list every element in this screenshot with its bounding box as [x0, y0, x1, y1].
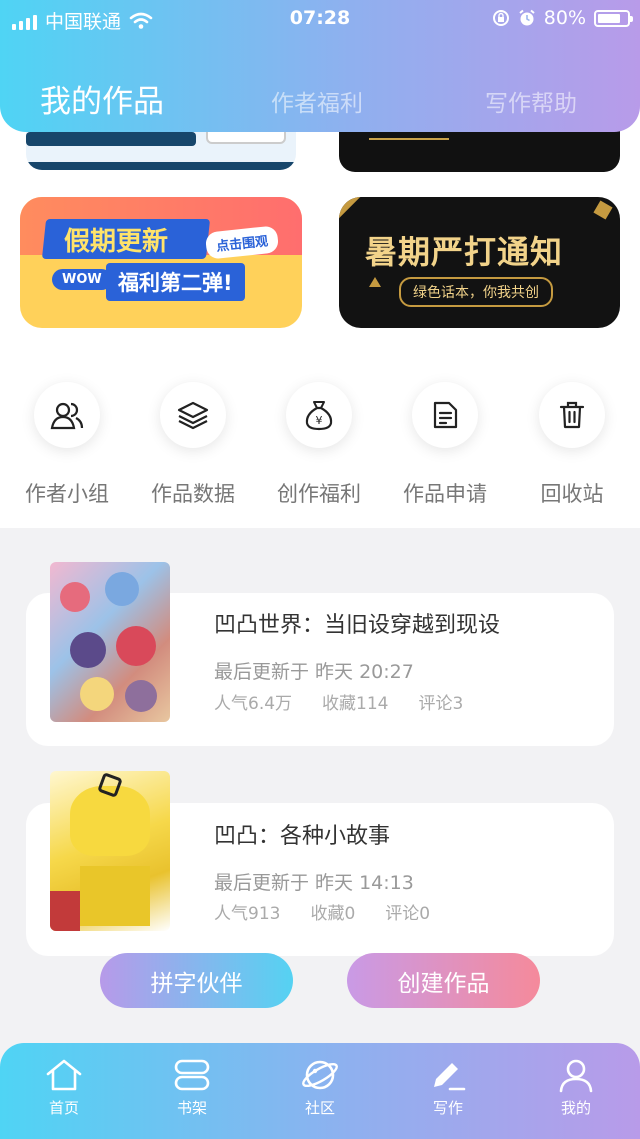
work-cover[interactable] [50, 562, 170, 722]
alarm-icon [519, 9, 535, 26]
quick-creation-benefits[interactable]: ¥ 创作福利 [256, 382, 382, 506]
banner-wow-tag: WOW [52, 269, 112, 290]
quick-work-data[interactable]: 作品数据 [130, 382, 256, 506]
work-stats: 人气6.4万 收藏114 评论3 [214, 689, 463, 714]
quick-work-data-label: 作品数据 [151, 482, 235, 506]
work-updated: 最后更新于 昨天 20:27 [214, 661, 414, 683]
group-icon [34, 382, 100, 448]
svg-text:¥: ¥ [316, 414, 323, 427]
header: 中国联通 07:28 80% 我的作品 作者福利 写作帮助 [0, 0, 640, 132]
content-area: 假期更新 点击围观 WOW 福利第二弹! 暑期严打通知 绿色话本，你我共创 作者… [0, 100, 640, 528]
trash-icon [539, 382, 605, 448]
document-icon [412, 382, 478, 448]
nav-me[interactable]: 我的 [512, 1057, 640, 1118]
bottom-nav: 首页 书架 社区 写作 我的 [0, 1043, 640, 1139]
home-icon [46, 1059, 82, 1091]
create-work-button[interactable]: 创建作品 [347, 953, 540, 1008]
work-updated: 最后更新于 昨天 14:13 [214, 872, 414, 894]
partner-button[interactable]: 拼字伙伴 [100, 953, 293, 1008]
nav-write-label: 写作 [432, 1099, 463, 1117]
pen-icon [434, 1063, 466, 1091]
nav-bookshelf-label: 书架 [176, 1099, 207, 1117]
work-cover[interactable] [50, 771, 170, 931]
lock-rotation-icon [492, 10, 509, 26]
work-title[interactable]: 凹凸世界：当旧设穿越到现设 [214, 607, 500, 639]
user-icon [559, 1059, 593, 1093]
banner-holiday-subtitle: 福利第二弹! [106, 263, 245, 301]
work-comments: 评论3 [418, 694, 464, 714]
work-favorites: 收藏0 [310, 904, 356, 924]
quick-recycle-bin-label: 回收站 [540, 482, 604, 506]
nav-write[interactable]: 写作 [384, 1057, 512, 1118]
battery-percent: 80% [543, 7, 586, 29]
work-favorites: 收藏114 [322, 694, 389, 714]
money-bag-icon: ¥ [286, 382, 352, 448]
nav-me-label: 我的 [560, 1099, 591, 1117]
quick-work-apply-label: 作品申请 [403, 482, 487, 506]
tab-author-benefits[interactable]: 作者福利 [271, 84, 363, 118]
quick-author-group-label: 作者小组 [25, 482, 109, 506]
banner-summer-title: 暑期严打通知 [365, 233, 564, 271]
quick-recycle-bin[interactable]: 回收站 [509, 382, 635, 506]
work-popularity: 人气6.4万 [214, 694, 293, 714]
nav-bookshelf[interactable]: 书架 [128, 1057, 256, 1118]
nav-community[interactable]: 社区 [256, 1057, 384, 1118]
planet-icon [302, 1060, 338, 1090]
layers-icon [160, 382, 226, 448]
nav-home[interactable]: 首页 [0, 1057, 128, 1118]
header-tabs: 我的作品 作者福利 写作帮助 [0, 70, 640, 120]
work-popularity: 人气913 [214, 904, 281, 924]
banner-summer-subtitle: 绿色话本，你我共创 [399, 277, 553, 307]
work-title[interactable]: 凹凸：各种小故事 [214, 818, 390, 850]
banner-summer-notice[interactable]: 暑期严打通知 绿色话本，你我共创 [339, 197, 620, 328]
banner-holiday-title: 假期更新 [64, 227, 169, 257]
nav-home-label: 首页 [48, 1099, 79, 1117]
bookshelf-icon [174, 1059, 210, 1091]
quick-work-apply[interactable]: 作品申请 [382, 382, 508, 506]
tab-my-works[interactable]: 我的作品 [40, 76, 164, 121]
tab-writing-help[interactable]: 写作帮助 [485, 84, 577, 118]
quick-creation-benefits-label: 创作福利 [277, 482, 361, 506]
banner-holiday-update[interactable]: 假期更新 点击围观 WOW 福利第二弹! [20, 197, 302, 328]
quick-author-group[interactable]: 作者小组 [4, 382, 130, 506]
work-comments: 评论0 [385, 904, 431, 924]
work-stats: 人气913 收藏0 评论0 [214, 899, 430, 924]
nav-community-label: 社区 [304, 1099, 335, 1117]
status-bar: 中国联通 07:28 80% [0, 0, 640, 36]
battery-icon [594, 9, 633, 27]
